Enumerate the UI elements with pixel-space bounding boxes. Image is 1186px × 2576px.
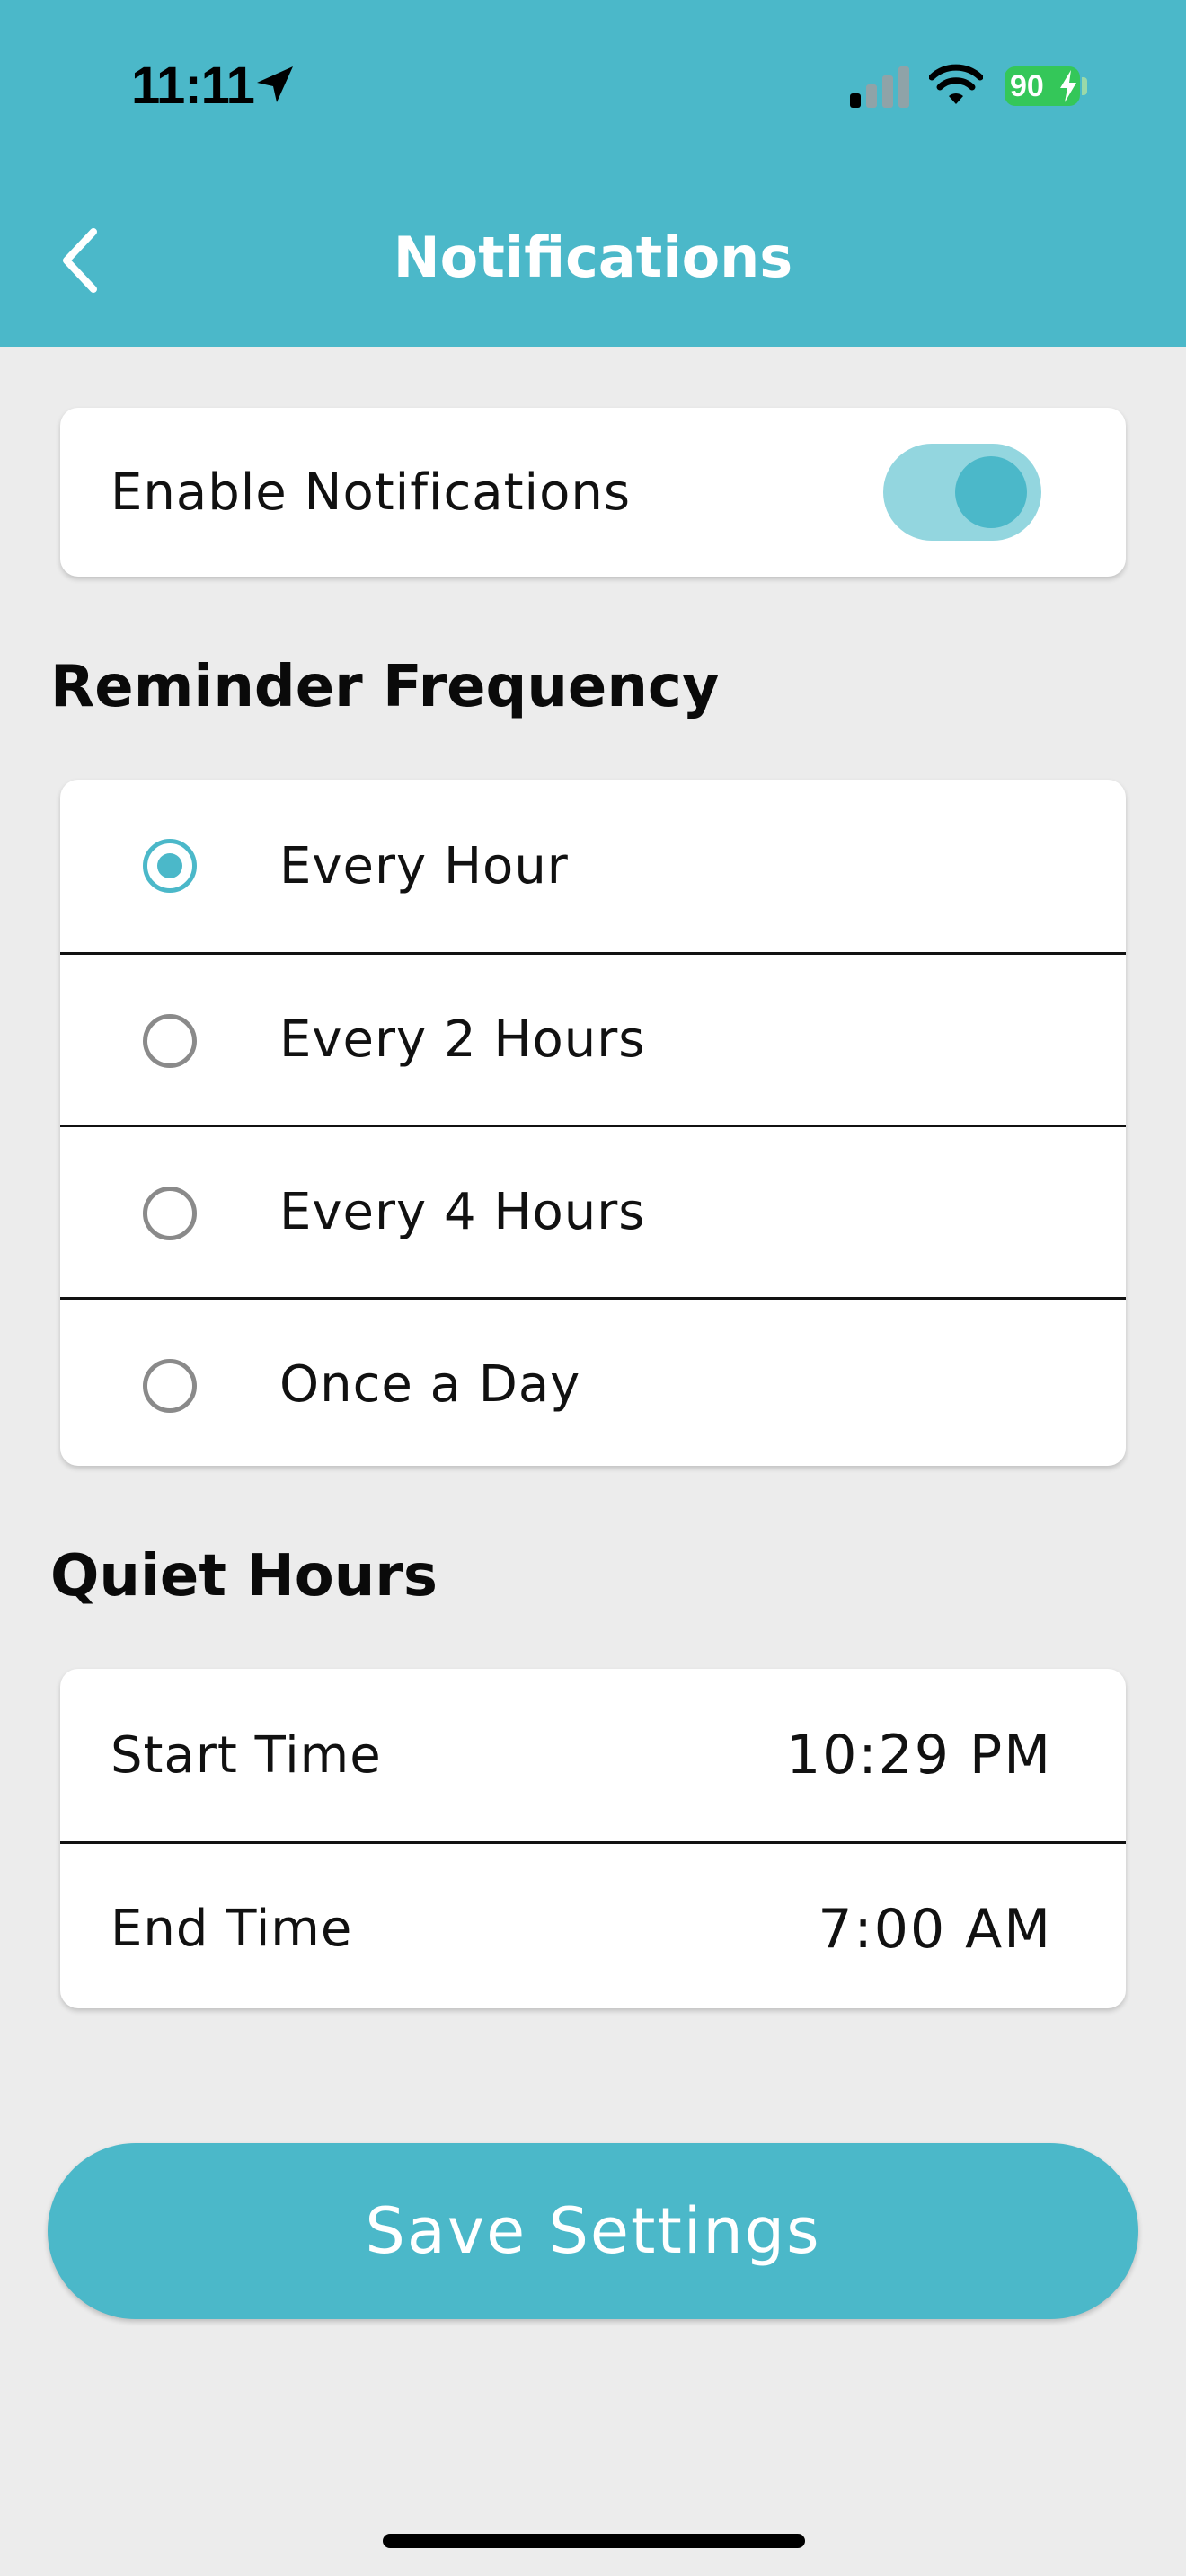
save-settings-button[interactable]: Save Settings (48, 2143, 1138, 2319)
end-time-row[interactable]: End Time 7:00 AM (60, 1841, 1126, 2008)
frequency-option-label: Once a Day (279, 1355, 581, 1414)
end-time-value[interactable]: 7:00 AM (818, 1898, 1052, 1961)
start-time-value[interactable]: 10:29 PM (786, 1724, 1052, 1786)
battery-level: 90 (1010, 69, 1044, 103)
frequency-option-every-4-hours[interactable]: Every 4 Hours (60, 1125, 1126, 1297)
end-time-label: End Time (111, 1900, 353, 1958)
quiet-hours-card: Start Time 10:29 PM End Time 7:00 AM (60, 1669, 1126, 2008)
radio-unselected-icon[interactable] (143, 1359, 197, 1413)
enable-notifications-card: Enable Notifications (60, 408, 1126, 577)
frequency-option-label: Every 2 Hours (279, 1010, 646, 1069)
enable-notifications-row: Enable Notifications (60, 408, 1126, 577)
home-indicator (383, 2534, 805, 2548)
radio-selected-icon[interactable] (143, 839, 197, 893)
frequency-option-label: Every 4 Hours (279, 1183, 646, 1241)
status-time: 11:11 (131, 57, 255, 115)
radio-unselected-icon[interactable] (143, 1187, 197, 1240)
radio-unselected-icon[interactable] (143, 1014, 197, 1068)
start-time-row[interactable]: Start Time 10:29 PM (60, 1669, 1126, 1841)
cellular-signal-icon (850, 66, 909, 108)
enable-notifications-label: Enable Notifications (111, 463, 632, 522)
frequency-option-label: Every Hour (279, 836, 569, 895)
charging-bolt-icon (1060, 70, 1076, 102)
location-arrow-icon (257, 66, 293, 102)
reminder-frequency-title: Reminder Frequency (50, 654, 720, 720)
frequency-option-every-hour[interactable]: Every Hour (60, 780, 1126, 952)
start-time-label: Start Time (111, 1725, 382, 1785)
wifi-icon (929, 64, 983, 104)
toggle-knob (955, 456, 1027, 528)
battery-cap (1082, 77, 1087, 95)
quiet-hours-title: Quiet Hours (50, 1543, 438, 1610)
app-header: 11:11 90 Notifications (0, 0, 1186, 347)
frequency-option-once-a-day[interactable]: Once a Day (60, 1297, 1126, 1466)
frequency-option-every-2-hours[interactable]: Every 2 Hours (60, 952, 1126, 1125)
enable-notifications-toggle[interactable] (883, 444, 1041, 541)
page-title: Notifications (393, 225, 793, 290)
reminder-frequency-card: Every Hour Every 2 Hours Every 4 Hours O… (60, 780, 1126, 1466)
